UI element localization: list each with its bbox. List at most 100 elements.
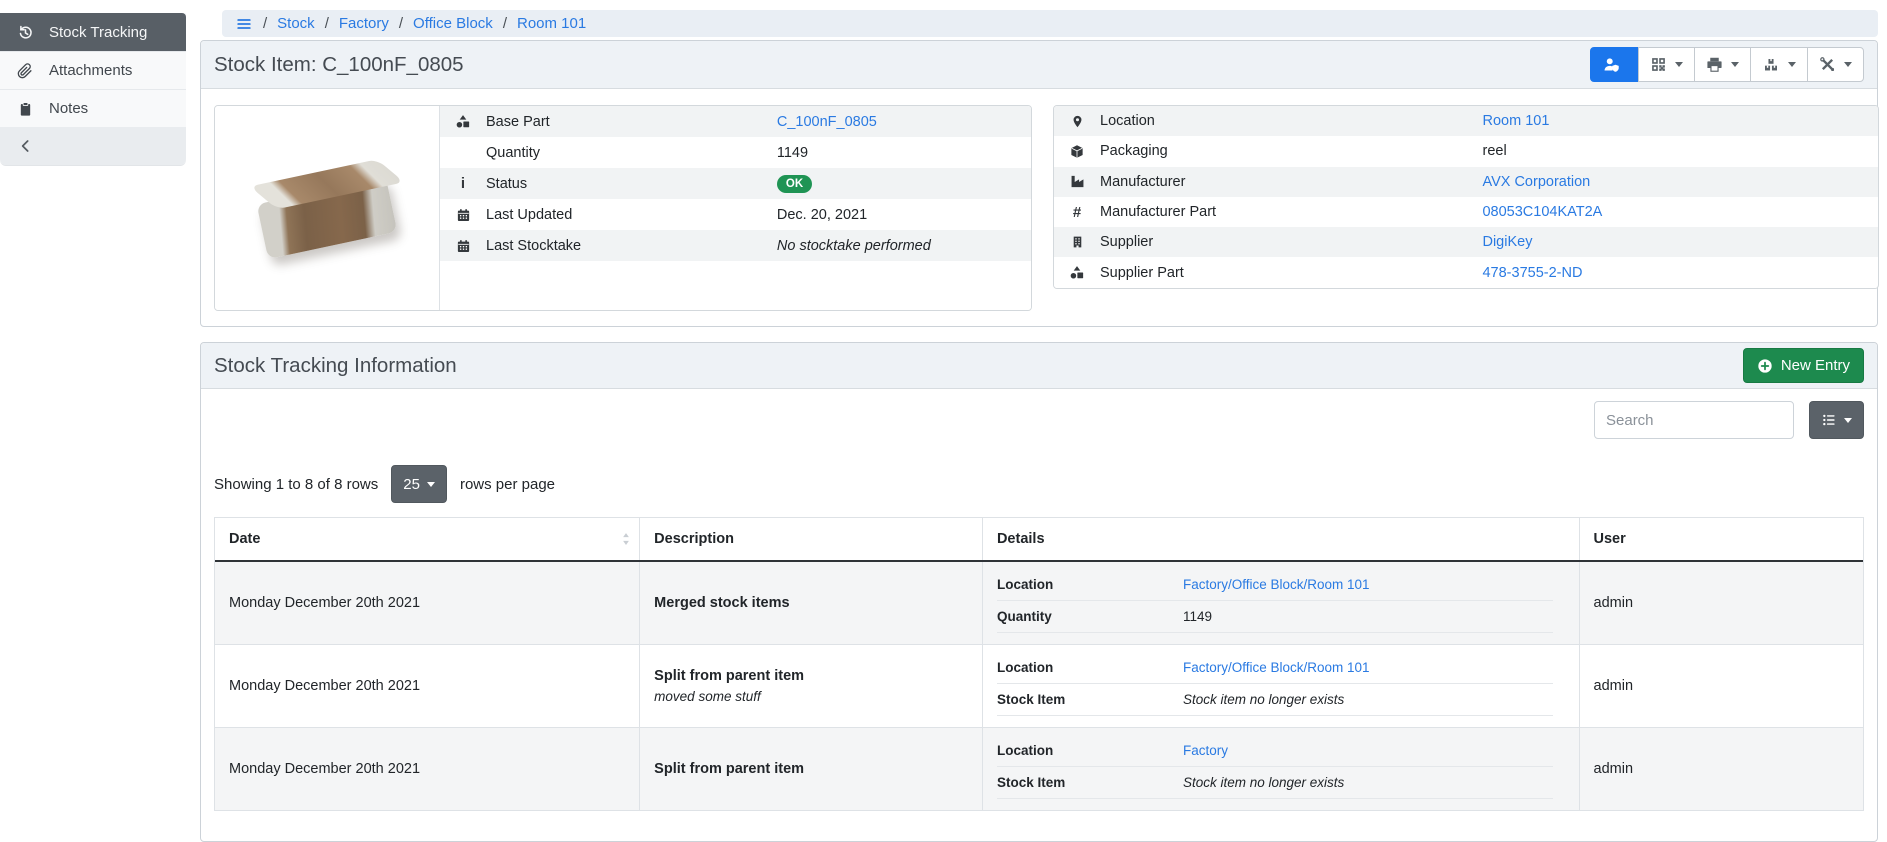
stock-item-status-text: Stock item no longer exists [1183, 692, 1553, 707]
tracking-title: Stock Tracking Information [214, 354, 457, 378]
packaging-value: reel [1482, 143, 1878, 159]
detail-label: Manufacturer [1100, 174, 1482, 190]
last-stocktake-value: No stocktake performed [777, 238, 1031, 254]
column-header-date[interactable]: Date [215, 518, 640, 560]
stock-item-sourcing-card: Location Room 101 Packaging reel Manufac… [1053, 105, 1879, 289]
sidebar-item-label: Attachments [49, 62, 132, 79]
manufacturer-part-link[interactable]: 08053C104KAT2A [1482, 204, 1602, 220]
breadcrumb-separator: / [263, 15, 267, 32]
details-cell: Location Factory Stock Item Stock item n… [983, 728, 1580, 810]
detail-label: Last Stocktake [486, 238, 777, 254]
stock-item-status-text: Stock item no longer exists [1183, 775, 1553, 790]
quantity-value: 1149 [777, 145, 1031, 161]
status-badge: OK [777, 175, 812, 193]
chevron-down-icon [1788, 62, 1796, 67]
detail-label: Quantity [486, 145, 777, 161]
print-actions-button[interactable] [1694, 47, 1751, 82]
table-row: Monday December 20th 2021 Merged stock i… [215, 562, 1863, 645]
description-text: Merged stock items [654, 595, 789, 611]
plus-circle-icon [1757, 358, 1773, 374]
detail-label: Last Updated [486, 207, 777, 223]
page-size-dropdown[interactable]: 25 [391, 465, 447, 503]
table-row: Monday December 20th 2021 Split from par… [215, 728, 1863, 811]
sidebar-item-notes[interactable]: Notes [0, 89, 186, 127]
history-icon [16, 24, 34, 41]
breadcrumb-link-room-101[interactable]: Room 101 [517, 15, 586, 32]
breadcrumb-separator: / [503, 15, 507, 32]
manufacturer-link[interactable]: AVX Corporation [1482, 174, 1590, 190]
rows-per-page-label: rows per page [460, 476, 555, 493]
chevron-down-icon [1675, 62, 1683, 67]
breadcrumb-link-factory[interactable]: Factory [339, 15, 389, 32]
sidebar-item-stock-tracking[interactable]: Stock Tracking [0, 13, 186, 51]
user-cell: admin [1580, 728, 1863, 810]
base-part-link[interactable]: C_100nF_0805 [777, 114, 877, 130]
description-text: Split from parent item [654, 668, 804, 684]
shapes-icon [1054, 265, 1100, 280]
admin-user-shield-button[interactable] [1590, 47, 1639, 82]
new-entry-label: New Entry [1781, 357, 1850, 374]
header-toolbar [1590, 47, 1864, 82]
location-link[interactable]: Factory [1183, 743, 1553, 758]
part-thumbnail[interactable] [215, 106, 439, 310]
details-cell: Location Factory/Office Block/Room 101 Q… [983, 562, 1580, 644]
date-cell: Monday December 20th 2021 [215, 728, 640, 810]
building-icon [1054, 234, 1100, 250]
map-marker-icon [1054, 114, 1100, 129]
paperclip-icon [16, 63, 34, 79]
detail-subrow: Quantity 1149 [997, 601, 1553, 633]
location-link[interactable]: Room 101 [1482, 113, 1549, 129]
table-toolbar [214, 401, 1864, 439]
stock-item-header: Stock Item: C_100nF_0805 [201, 41, 1877, 89]
capacitor-image [257, 177, 398, 259]
stock-item-actions-button[interactable] [1807, 47, 1864, 82]
detail-subrow: Stock Item Stock item no longer exists [997, 767, 1553, 799]
stock-actions-button[interactable] [1750, 47, 1808, 82]
user-cell: admin [1580, 562, 1863, 644]
column-header-user: User [1580, 518, 1863, 560]
description-text: Split from parent item [654, 761, 804, 777]
chevron-down-icon [1844, 418, 1852, 423]
breadcrumb-separator: / [399, 15, 403, 32]
showing-text: Showing 1 to 8 of 8 rows [214, 476, 378, 493]
detail-row-status: i Status OK [440, 168, 1031, 199]
detail-label: Packaging [1100, 143, 1482, 159]
pagination-info: Showing 1 to 8 of 8 rows 25 rows per pag… [214, 465, 1864, 503]
supplier-link[interactable]: DigiKey [1482, 234, 1532, 250]
stock-tracking-panel: Stock Tracking Information New Entry Sho… [200, 342, 1878, 842]
sidebar-item-label: Notes [49, 100, 88, 117]
barcode-actions-button[interactable] [1638, 47, 1695, 82]
description-note: moved some stuff [654, 689, 761, 704]
chevron-left-icon [18, 138, 34, 154]
list-icon [1821, 413, 1837, 427]
location-link[interactable]: Factory/Office Block/Room 101 [1183, 660, 1553, 675]
supplier-part-link[interactable]: 478-3755-2-ND [1482, 265, 1582, 281]
description-cell: Split from parent item moved some stuff [640, 645, 983, 727]
sidebar-collapse-button[interactable] [0, 127, 186, 165]
chevron-down-icon [427, 482, 435, 487]
quantity-value: 1149 [1183, 609, 1553, 624]
hamburger-icon[interactable] [235, 16, 253, 32]
detail-subrow: Location Factory [997, 735, 1553, 767]
sidebar-item-attachments[interactable]: Attachments [0, 51, 186, 89]
detail-subrow: Location Factory/Office Block/Room 101 [997, 652, 1553, 684]
location-link[interactable]: Factory/Office Block/Room 101 [1183, 577, 1553, 592]
sidebar-item-label: Stock Tracking [49, 24, 147, 41]
calendar-icon [440, 207, 486, 223]
breadcrumb-link-office-block[interactable]: Office Block [413, 15, 493, 32]
breadcrumb-link-stock[interactable]: Stock [277, 15, 315, 32]
new-entry-button[interactable]: New Entry [1743, 348, 1864, 383]
detail-row-supplier: Supplier DigiKey [1054, 227, 1878, 257]
sidebar: Stock Tracking Attachments Notes [0, 13, 186, 166]
page-size-value: 25 [403, 476, 420, 493]
detail-label: Status [486, 176, 777, 192]
calendar-icon [440, 238, 486, 254]
sourcing-table: Location Room 101 Packaging reel Manufac… [1054, 106, 1878, 288]
search-input[interactable] [1594, 401, 1794, 439]
columns-dropdown-button[interactable] [1809, 401, 1864, 439]
column-header-description: Description [640, 518, 983, 560]
breadcrumb: / Stock / Factory / Office Block / Room … [222, 10, 1878, 37]
detail-subrow: Stock Item Stock item no longer exists [997, 684, 1553, 716]
stock-item-summary-card: Base Part C_100nF_0805 Quantity 1149 i S… [214, 105, 1032, 311]
last-updated-value: Dec. 20, 2021 [777, 207, 1031, 223]
